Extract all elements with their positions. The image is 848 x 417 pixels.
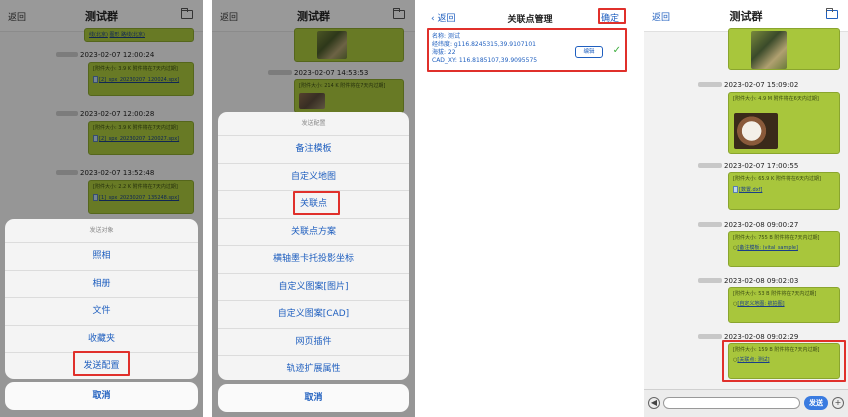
cancel-button[interactable]: 取消 (5, 382, 198, 410)
chat-area: 2023-02-07 15:09:02 [附件大小: 4.9 M 附件将在6天内… (644, 28, 848, 389)
message-bubble[interactable]: [附件大小: 755 B 附件将在7天内过期] ○[备注模板: (vital_s… (728, 231, 840, 267)
message-time: 2023-02-07 15:09:02 (724, 81, 799, 89)
sender-name (698, 334, 722, 339)
sender-name (698, 278, 722, 283)
attachment-info: [附件大小: 755 B 附件将在7天内过期] (733, 235, 820, 241)
option-custom-pattern-image[interactable]: 自定义图案[图片] (218, 274, 409, 301)
option-note-template[interactable]: 备注模板 (218, 136, 409, 164)
screen-send-target: 返回 测试群 线(北京) 图形 路线(北京) 2023-02-07 12:00:… (0, 0, 203, 417)
message-input[interactable] (663, 397, 800, 409)
message-time: 2023-02-08 09:02:03 (724, 277, 799, 285)
cancel-button[interactable]: 取消 (218, 384, 409, 412)
highlight-box (293, 191, 340, 215)
highlight-box (722, 340, 846, 382)
option-web-plugin[interactable]: 网页插件 (218, 329, 409, 356)
send-button[interactable]: 发送 (804, 396, 828, 410)
action-sheet: 发送配置 备注模板 自定义地图 关联点 关联点方案 横轴墨卡托投影坐标 自定义图… (218, 112, 409, 380)
option-associated-point-scheme[interactable]: 关联点方案 (218, 219, 409, 246)
plus-icon[interactable]: + (832, 397, 844, 409)
option-custom-map[interactable]: 自定义地图 (218, 164, 409, 191)
option-utm-coordinates[interactable]: 横轴墨卡托投影坐标 (218, 246, 409, 274)
screen-associated-point-management: ‹ 返回 关联点管理 确定 名称: 测试 经纬度: g116.8245315,3… (423, 0, 637, 417)
back-arrow-icon[interactable]: ◀ (648, 397, 660, 409)
page-title: 测试群 (729, 10, 763, 23)
highlight-box (598, 8, 626, 24)
sheet-header: 发送配置 (218, 112, 409, 136)
message-time: 2023-02-08 09:00:27 (724, 221, 799, 229)
photo-thumbnail[interactable] (751, 31, 787, 69)
option-track-extension[interactable]: 轨迹扩展属性 (218, 356, 409, 380)
sheet-header: 发送对象 (5, 219, 198, 243)
file-link[interactable]: [数置.dxf] (739, 187, 762, 193)
highlight-box (427, 28, 627, 72)
option-album[interactable]: 相册 (5, 271, 198, 298)
option-favorites[interactable]: 收藏夹 (5, 326, 198, 353)
file-link[interactable]: [自定义地图: 航拍图] (737, 301, 784, 307)
sender-name (698, 163, 722, 168)
message-bubble[interactable]: [附件大小: 53 B 附件将在7天内过期] ○[自定义地图: 航拍图] (728, 287, 840, 323)
attachment-info: [附件大小: 65.9 K 附件将在6天内过期] (733, 176, 821, 182)
photo-thumbnail[interactable] (734, 113, 778, 149)
message-bubble[interactable]: [附件大小: 4.9 M 附件将在6天内过期] (728, 92, 840, 154)
screen-chat-result: 返回 测试群 2023-02-07 15:09:02 [附件大小: 4.9 M … (644, 0, 848, 417)
screen-send-config: 返回 测试群 2023-02-07 14:53:53 [附件大小: 214 K … (212, 0, 415, 417)
file-link[interactable]: [备注模板: (vital_sample] (737, 245, 798, 251)
option-custom-pattern-cad[interactable]: 自定义图案[CAD] (218, 301, 409, 329)
message-bubble[interactable] (728, 28, 840, 70)
folder-icon[interactable] (826, 8, 838, 19)
message-bubble[interactable]: [附件大小: 65.9 K 附件将在6天内过期] [数置.dxf] (728, 172, 840, 210)
file-icon (733, 186, 738, 193)
option-file[interactable]: 文件 (5, 298, 198, 326)
input-bar: ◀ 发送 + (644, 389, 848, 417)
sender-name (698, 82, 722, 87)
attachment-info: [附件大小: 53 B 附件将在7天内过期] (733, 291, 817, 297)
sender-name (698, 222, 722, 227)
option-camera[interactable]: 照相 (5, 243, 198, 271)
message-time: 2023-02-07 17:00:55 (724, 162, 799, 170)
highlight-box (73, 351, 130, 376)
attachment-info: [附件大小: 4.9 M 附件将在6天内过期] (733, 96, 819, 102)
